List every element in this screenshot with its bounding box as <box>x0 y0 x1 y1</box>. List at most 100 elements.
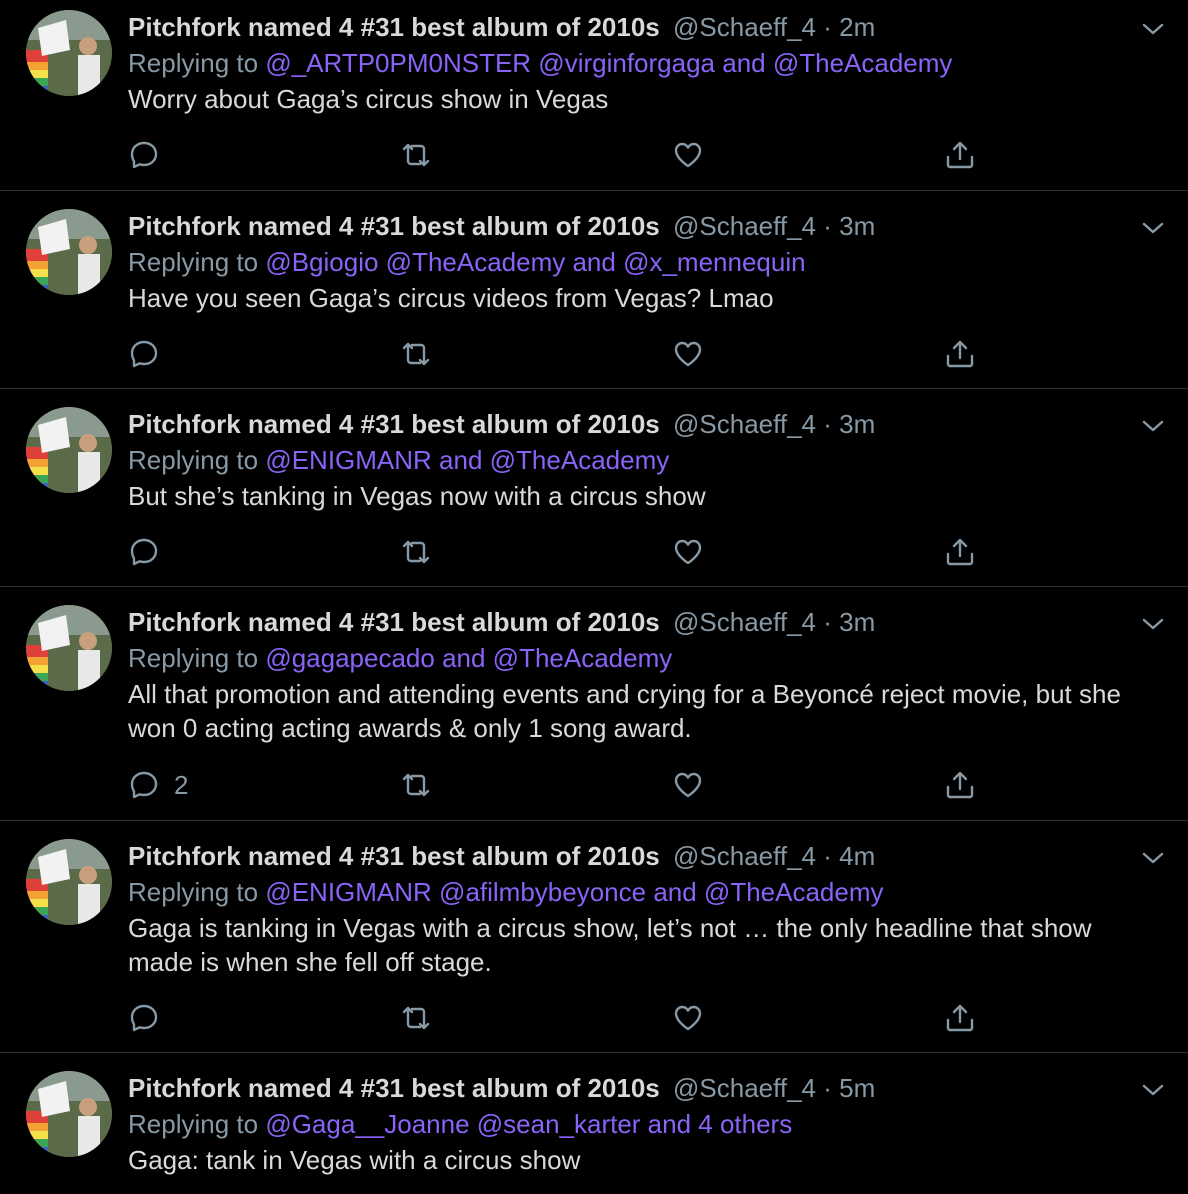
reply-button[interactable] <box>128 1001 174 1035</box>
chevron-down-icon[interactable] <box>1140 217 1166 239</box>
share-icon <box>946 771 974 799</box>
replying-to-mentions[interactable]: @Bgiogio @TheAcademy and @x_mennequin <box>265 247 805 277</box>
like-icon <box>674 142 702 168</box>
share-button[interactable] <box>944 138 976 172</box>
replying-to-mentions[interactable]: @Gaga__Joanne @sean_karter and 4 others <box>265 1109 792 1139</box>
like-button[interactable] <box>672 535 704 569</box>
like-button[interactable] <box>672 768 704 802</box>
retweet-icon <box>402 143 430 167</box>
chevron-down-icon[interactable] <box>1140 847 1166 869</box>
chevron-down-icon[interactable] <box>1140 18 1166 40</box>
handle-timestamp[interactable]: @Schaeff_4 · 3m <box>673 409 875 439</box>
tweet-header: Pitchfork named 4 #31 best album of 2010… <box>128 605 1148 639</box>
avatar[interactable] <box>26 605 112 691</box>
avatar-image <box>26 407 112 493</box>
chevron-down-icon[interactable] <box>1140 415 1166 437</box>
display-name[interactable]: Pitchfork named 4 #31 best album of 2010… <box>128 841 660 871</box>
reply-button[interactable]: 2 <box>128 768 188 802</box>
reply-icon <box>130 538 158 566</box>
reply-icon <box>130 141 158 169</box>
handle-timestamp[interactable]: @Schaeff_4 · 4m <box>673 841 875 871</box>
reply-button[interactable] <box>128 138 174 172</box>
like-icon <box>674 772 702 798</box>
tweet-content: Pitchfork named 4 #31 best album of 2010… <box>128 209 1148 315</box>
tweet-content: Pitchfork named 4 #31 best album of 2010… <box>128 407 1148 513</box>
share-button[interactable] <box>944 337 976 371</box>
display-name[interactable]: Pitchfork named 4 #31 best album of 2010… <box>128 12 660 42</box>
tweet-text: Gaga: tank in Vegas with a circus show <box>128 1145 581 1175</box>
handle-timestamp[interactable]: @Schaeff_4 · 5m <box>673 1073 875 1103</box>
replying-to: Replying to @ENIGMANR and @TheAcademy <box>128 441 1148 479</box>
like-button[interactable] <box>672 1001 704 1035</box>
share-button[interactable] <box>944 1001 976 1035</box>
replying-to-mentions[interactable]: @ENIGMANR and @TheAcademy <box>265 445 669 475</box>
like-button[interactable] <box>672 138 704 172</box>
chevron-down-icon[interactable] <box>1140 613 1166 635</box>
tweet-header: Pitchfork named 4 #31 best album of 2010… <box>128 839 1148 873</box>
tweet[interactable]: Pitchfork named 4 #31 best album of 2010… <box>0 389 1188 587</box>
handle-timestamp[interactable]: @Schaeff_4 · 3m <box>673 211 875 241</box>
handle-timestamp[interactable]: @Schaeff_4 · 3m <box>673 607 875 637</box>
retweet-button[interactable] <box>400 1001 432 1035</box>
share-icon <box>946 141 974 169</box>
retweet-button[interactable] <box>400 337 432 371</box>
tweet-text: Have you seen Gaga’s circus videos from … <box>128 283 774 313</box>
tweet-actions <box>128 337 988 371</box>
avatar[interactable] <box>26 839 112 925</box>
tweet-content: Pitchfork named 4 #31 best album of 2010… <box>128 1071 1148 1177</box>
retweet-icon <box>402 342 430 366</box>
retweet-button[interactable] <box>400 535 432 569</box>
avatar-image <box>26 209 112 295</box>
replying-to-label: Replying to <box>128 877 259 907</box>
share-button[interactable] <box>944 535 976 569</box>
share-icon <box>946 1004 974 1032</box>
replying-to-label: Replying to <box>128 48 259 78</box>
tweet-actions <box>128 138 988 172</box>
tweet-text: All that promotion and attending events … <box>128 679 1121 743</box>
tweet[interactable]: Pitchfork named 4 #31 best album of 2010… <box>0 191 1188 389</box>
display-name[interactable]: Pitchfork named 4 #31 best album of 2010… <box>128 211 660 241</box>
reply-button[interactable] <box>128 535 174 569</box>
replying-to-mentions[interactable]: @gagapecado and @TheAcademy <box>265 643 672 673</box>
tweet-header: Pitchfork named 4 #31 best album of 2010… <box>128 1071 1148 1105</box>
reply-icon <box>130 1004 158 1032</box>
tweet[interactable]: Pitchfork named 4 #31 best album of 2010… <box>0 821 1188 1053</box>
tweet[interactable]: Pitchfork named 4 #31 best album of 2010… <box>0 0 1188 191</box>
like-button[interactable] <box>672 337 704 371</box>
share-button[interactable] <box>944 768 976 802</box>
tweet-actions <box>128 1001 988 1035</box>
reply-count: 2 <box>174 769 189 800</box>
tweet-header: Pitchfork named 4 #31 best album of 2010… <box>128 209 1148 243</box>
handle-timestamp[interactable]: @Schaeff_4 · 2m <box>673 12 875 42</box>
display-name[interactable]: Pitchfork named 4 #31 best album of 2010… <box>128 409 660 439</box>
avatar[interactable] <box>26 1071 112 1157</box>
replying-to-mentions[interactable]: @_ARTP0PM0NSTER @virginforgaga and @TheA… <box>265 48 952 78</box>
tweet-text: Worry about Gaga’s circus show in Vegas <box>128 84 609 114</box>
avatar[interactable] <box>26 407 112 493</box>
avatar-image <box>26 1071 112 1157</box>
tweet-content: Pitchfork named 4 #31 best album of 2010… <box>128 839 1148 979</box>
retweet-button[interactable] <box>400 138 432 172</box>
avatar-image <box>26 839 112 925</box>
reply-button[interactable] <box>128 337 174 371</box>
retweet-button[interactable] <box>400 768 432 802</box>
tweet-content: Pitchfork named 4 #31 best album of 2010… <box>128 10 1148 116</box>
avatar[interactable] <box>26 209 112 295</box>
replying-to-label: Replying to <box>128 445 259 475</box>
retweet-icon <box>402 1006 430 1030</box>
share-icon <box>946 538 974 566</box>
display-name[interactable]: Pitchfork named 4 #31 best album of 2010… <box>128 607 660 637</box>
tweet-text: Gaga is tanking in Vegas with a circus s… <box>128 913 1092 977</box>
share-icon <box>946 340 974 368</box>
replying-to-mentions[interactable]: @ENIGMANR @afilmbybeyonce and @TheAcadem… <box>265 877 883 907</box>
chevron-down-icon[interactable] <box>1140 1079 1166 1101</box>
display-name[interactable]: Pitchfork named 4 #31 best album of 2010… <box>128 1073 660 1103</box>
tweet[interactable]: Pitchfork named 4 #31 best album of 2010… <box>0 1053 1188 1194</box>
retweet-icon <box>402 540 430 564</box>
replying-to: Replying to @_ARTP0PM0NSTER @virginforga… <box>128 44 1148 82</box>
replying-to-label: Replying to <box>128 247 259 277</box>
avatar[interactable] <box>26 10 112 96</box>
tweet-header: Pitchfork named 4 #31 best album of 2010… <box>128 10 1148 44</box>
replying-to-label: Replying to <box>128 643 259 673</box>
tweet[interactable]: Pitchfork named 4 #31 best album of 2010… <box>0 587 1188 821</box>
